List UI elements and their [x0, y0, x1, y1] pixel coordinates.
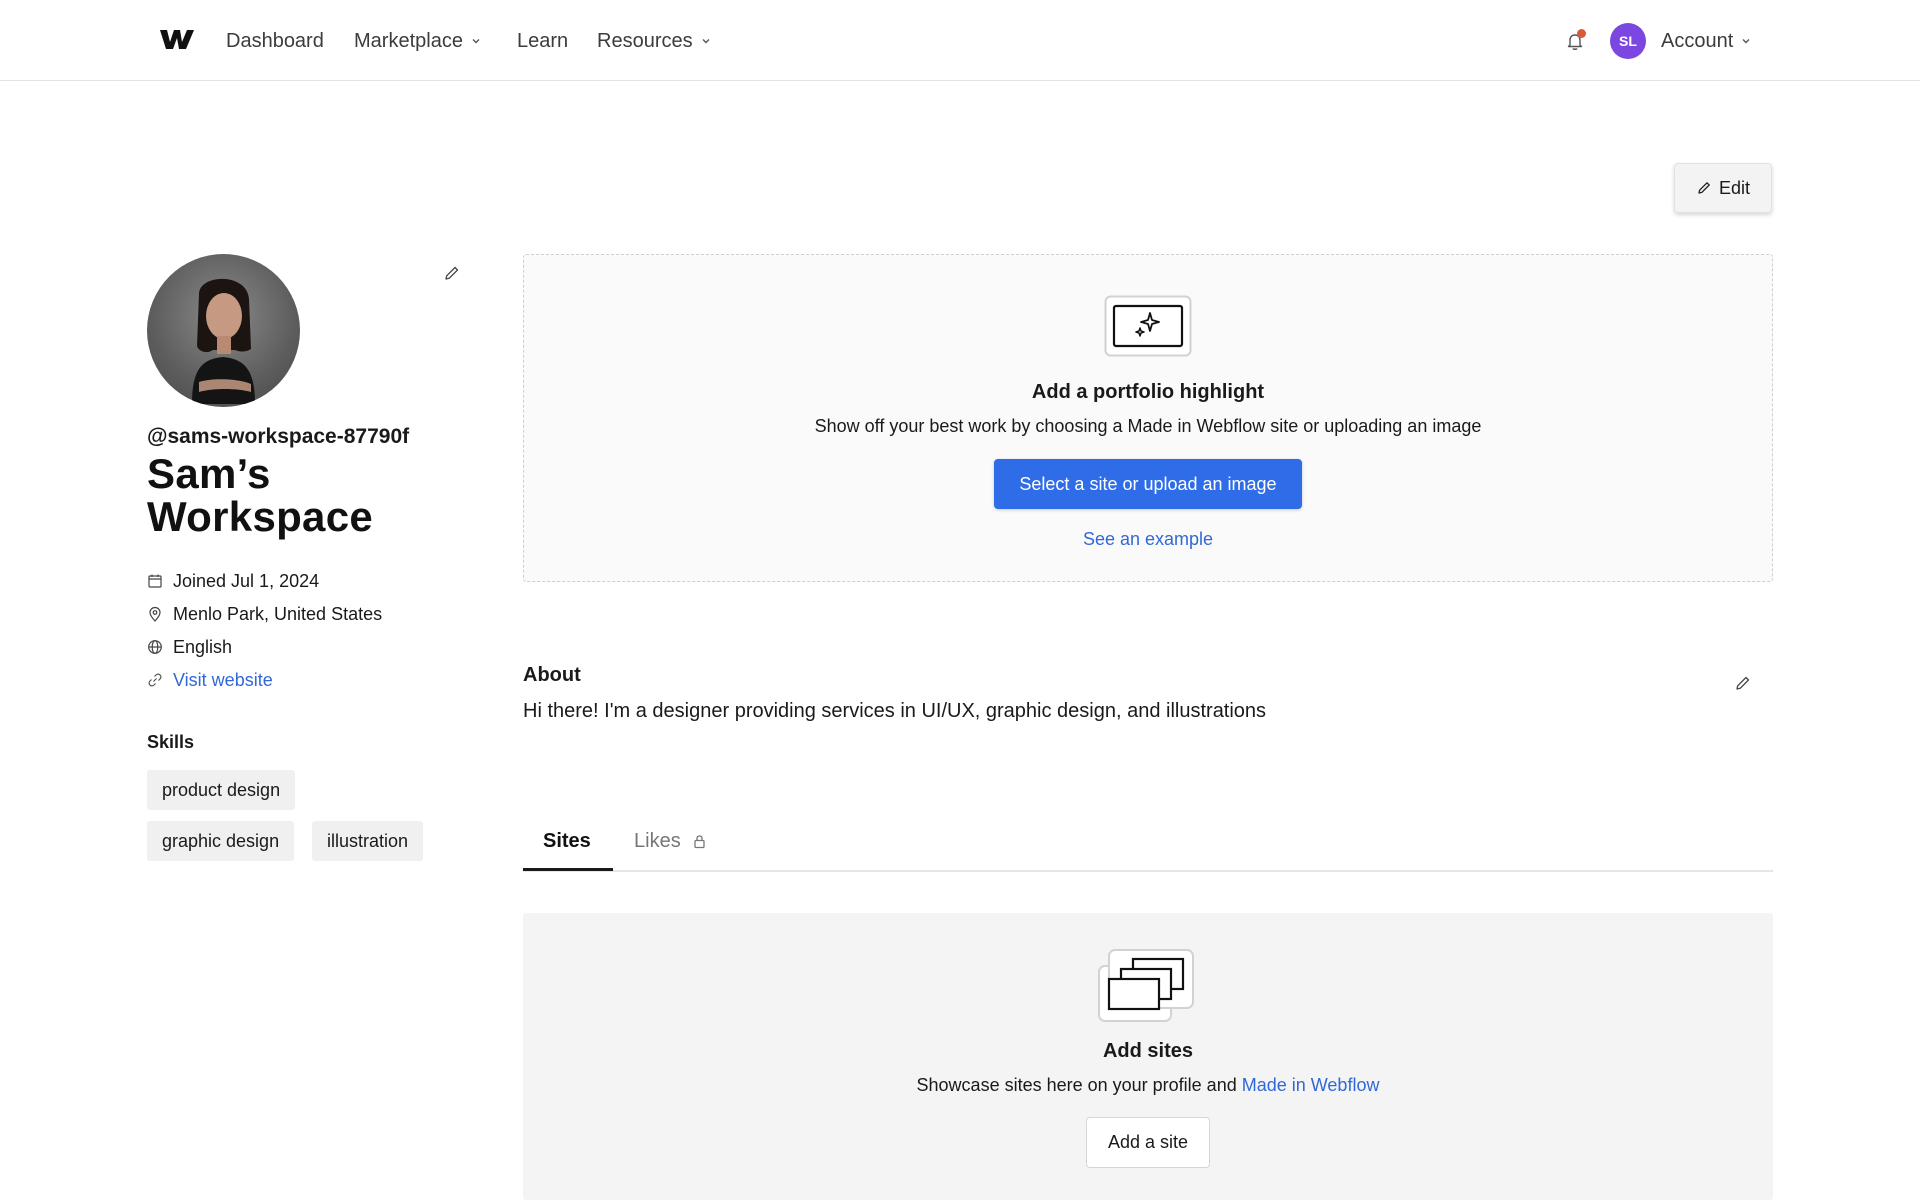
highlight-description: Show off your best work by choosing a Ma… — [814, 416, 1482, 436]
notification-dot — [1577, 29, 1586, 38]
about-text: Hi there! I'm a designer providing servi… — [523, 700, 1267, 722]
location-pin-icon — [149, 606, 161, 622]
select-site-upload-button[interactable]: Select a site or upload an image — [994, 459, 1302, 509]
profile-handle: @sams-workspace-87790f — [147, 425, 410, 448]
tab-likes[interactable]: Likes — [634, 828, 706, 854]
profile-photo — [147, 254, 300, 407]
nav-learn[interactable]: Learn — [517, 28, 568, 54]
account-menu[interactable]: Account — [1661, 28, 1751, 54]
edit-profile-button[interactable]: Edit — [1674, 163, 1772, 213]
nav-resources-label: Resources — [597, 29, 693, 52]
sparkle-image-icon — [1104, 295, 1192, 357]
website-row[interactable]: Visit website — [147, 668, 273, 692]
about-heading: About — [523, 664, 581, 686]
chevron-down-icon — [472, 39, 480, 44]
link-icon — [148, 673, 162, 687]
skill-tag: illustration — [312, 821, 424, 861]
profile-display-name: Sam’s Workspace — [147, 450, 374, 540]
webflow-logo-icon[interactable] — [160, 28, 194, 50]
profile-photo-illustration — [192, 278, 255, 404]
location-row: Menlo Park, United States — [147, 602, 382, 626]
active-tab-indicator — [523, 868, 613, 871]
edit-about-pencil-icon[interactable] — [1734, 674, 1752, 692]
nav-dashboard[interactable]: Dashboard — [226, 28, 324, 54]
see-example-link[interactable]: See an example — [523, 529, 1773, 550]
add-site-button[interactable]: Add a site — [1086, 1117, 1210, 1168]
tab-sites-label: Sites — [543, 829, 591, 852]
visit-website-link[interactable]: Visit website — [173, 670, 273, 691]
add-sites-description-text: Showcase sites here on your profile and — [916, 1075, 1242, 1095]
pencil-icon — [1698, 182, 1710, 194]
add-sites-title: Add sites — [1102, 1040, 1194, 1062]
edit-label: Edit — [1718, 177, 1751, 198]
location: Menlo Park, United States — [173, 603, 383, 624]
add-sites-description: Showcase sites here on your profile and … — [523, 1075, 1773, 1096]
nav-marketplace[interactable]: Marketplace — [354, 28, 481, 54]
stacked-sites-icon — [1098, 949, 1194, 1022]
language-row: English — [147, 635, 232, 659]
skill-tag: graphic design — [147, 821, 295, 861]
highlight-title: Add a portfolio highlight — [1031, 381, 1265, 403]
nav-dashboard-label: Dashboard — [226, 29, 324, 52]
top-navbar: Dashboard Marketplace Learn Resources SL… — [0, 0, 1920, 81]
skills-heading: Skills — [147, 732, 195, 752]
tabs-divider — [523, 870, 1773, 872]
nav-learn-label: Learn — [517, 29, 569, 52]
tab-sites[interactable]: Sites — [543, 828, 591, 854]
lock-icon — [694, 834, 705, 848]
globe-icon — [148, 640, 162, 654]
tab-likes-label: Likes — [634, 829, 681, 852]
nav-resources[interactable]: Resources — [597, 28, 711, 54]
made-in-webflow-link[interactable]: Made in Webflow — [1242, 1075, 1380, 1095]
language: English — [173, 636, 233, 657]
joined-date-row: Joined Jul 1, 2024 — [147, 569, 319, 593]
edit-photo-pencil-icon[interactable] — [443, 264, 461, 282]
skill-tag: product design — [147, 770, 296, 810]
nav-marketplace-label: Marketplace — [354, 29, 463, 52]
chevron-down-icon — [1742, 39, 1750, 44]
calendar-icon — [148, 574, 162, 588]
account-avatar[interactable]: SL — [1610, 23, 1646, 59]
chevron-down-icon — [702, 39, 710, 44]
account-label: Account — [1661, 29, 1734, 52]
joined-date: Joined Jul 1, 2024 — [173, 570, 320, 591]
